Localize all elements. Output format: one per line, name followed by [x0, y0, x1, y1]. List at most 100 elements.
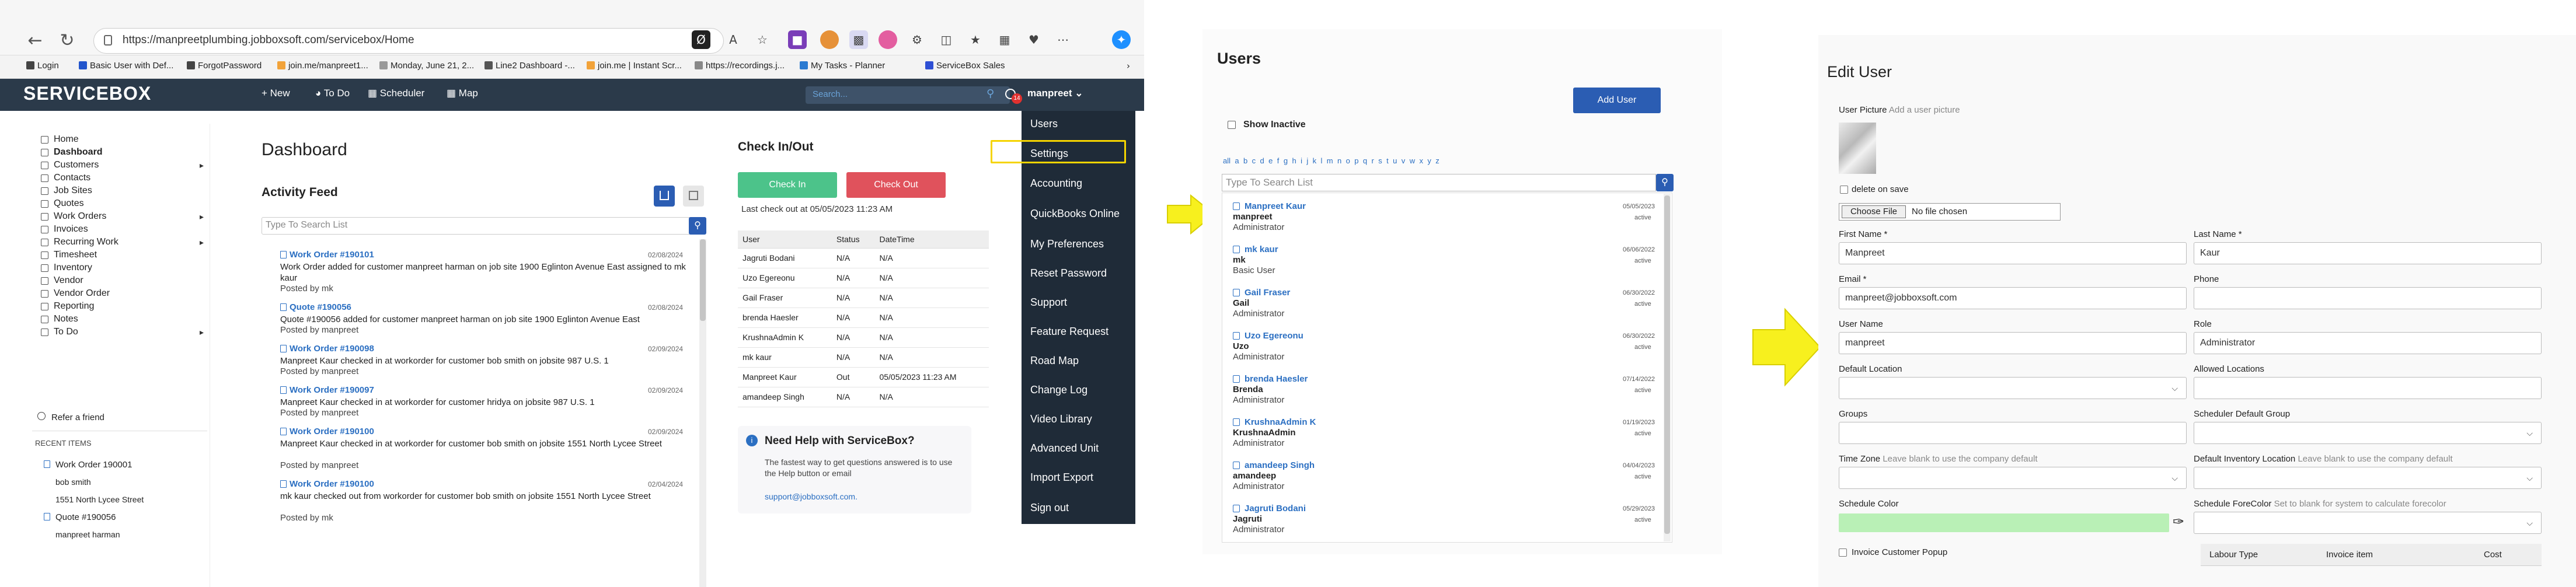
forecolor-select[interactable] [2194, 512, 2542, 534]
alpha-filter-link[interactable]: c [1252, 156, 1256, 165]
user-name-link[interactable]: Gail Fraser [1245, 288, 1290, 298]
scheduler-group-select[interactable] [2194, 422, 2542, 444]
nav-todo[interactable]: ◕ To Do [315, 88, 350, 99]
recent-item[interactable]: Quote #190056 [55, 512, 116, 522]
chevron-right-icon[interactable]: › [1127, 61, 1130, 71]
sidebar-item-invoices[interactable]: Invoices [54, 224, 88, 235]
chevron-right-icon[interactable]: ▸ [200, 238, 204, 247]
copilot-icon[interactable]: ✦ [1112, 30, 1131, 49]
email-input[interactable]: manpreet@jobboxsoft.com [1839, 287, 2187, 309]
chevron-right-icon[interactable]: ▸ [200, 328, 204, 337]
last-name-input[interactable]: Kaur [2194, 242, 2542, 264]
chevron-right-icon[interactable]: ▸ [200, 212, 204, 222]
user-name-link[interactable]: Manpreet Kaur [1245, 201, 1306, 211]
menu-item-users[interactable]: Users [1030, 118, 1058, 130]
user-name-link[interactable]: KrushnaAdmin K [1245, 417, 1316, 427]
feed-item-title[interactable]: Work Order #190097 [290, 385, 374, 395]
sidebar-item-work-orders[interactable]: Work Orders [54, 211, 106, 222]
feed-item-title[interactable]: Work Order #190100 [290, 479, 374, 489]
extension-icon[interactable] [879, 30, 897, 49]
bookmark[interactable]: Login [26, 61, 59, 71]
menu-item-accounting[interactable]: Accounting [1030, 177, 1082, 190]
sidebar-item-quotes[interactable]: Quotes [54, 198, 84, 209]
show-inactive-checkbox[interactable] [1228, 121, 1236, 129]
alpha-filter-link[interactable]: l [1321, 156, 1323, 165]
alpha-filter-link[interactable]: w [1410, 156, 1415, 165]
alpha-filter-link[interactable]: s [1378, 156, 1382, 165]
nav-map[interactable]: ▦ Map [447, 88, 478, 99]
first-name-input[interactable]: Manpreet [1839, 242, 2187, 264]
performance-icon[interactable]: ♥ [1024, 30, 1043, 49]
groups-select[interactable] [1839, 422, 2187, 444]
alpha-filter-link[interactable]: j [1306, 156, 1308, 165]
users-scroll-thumb[interactable] [1664, 195, 1670, 534]
menu-item-reset-password[interactable]: Reset Password [1030, 267, 1107, 279]
nav-new[interactable]: + New [262, 88, 290, 99]
allowed-locations-select[interactable] [2194, 377, 2542, 399]
read-aloud-icon[interactable]: A [724, 30, 743, 49]
alpha-filter-link[interactable]: d [1260, 156, 1264, 165]
alpha-filter-link[interactable]: x [1419, 156, 1423, 165]
sidebar-item-dashboard[interactable]: Dashboard [54, 147, 103, 158]
collections-icon[interactable]: ▦ [995, 30, 1014, 49]
user-name-link[interactable]: mk kaur [1245, 244, 1278, 254]
sidebar-item-timesheet[interactable]: Timesheet [54, 250, 97, 260]
user-name-link[interactable]: Uzo Egereonu [1245, 331, 1303, 341]
nav-scheduler[interactable]: ▦ Scheduler [368, 88, 424, 99]
feed-item-title[interactable]: Quote #190056 [290, 302, 351, 312]
alpha-filter-link[interactable]: o [1346, 156, 1350, 165]
invoice-popup-checkbox[interactable] [1839, 548, 1847, 557]
back-icon[interactable]: ← [23, 29, 47, 53]
extension-icon[interactable] [820, 30, 839, 49]
feed-item-title[interactable]: Work Order #190100 [290, 427, 374, 436]
menu-item-import-export[interactable]: Import Export [1030, 471, 1093, 484]
sidebar-item-vendor[interactable]: Vendor [54, 275, 83, 286]
sidebar-item-customers[interactable]: Customers [54, 160, 99, 170]
bookmark[interactable]: Line2 Dashboard -... [484, 61, 575, 71]
alpha-filter-link[interactable]: q [1363, 156, 1367, 165]
recent-item[interactable]: Work Order 190001 [55, 460, 132, 470]
alpha-filter-link[interactable]: m [1327, 156, 1333, 165]
menu-item-quickbooks-online[interactable]: QuickBooks Online [1030, 208, 1120, 220]
alpha-filter-link[interactable]: t [1386, 156, 1389, 165]
menu-item-advanced-unit[interactable]: Advanced Unit [1030, 442, 1099, 455]
split-screen-icon[interactable]: ◫ [937, 30, 956, 49]
alpha-filter-link[interactable]: b [1243, 156, 1247, 165]
timezone-select[interactable] [1839, 467, 2187, 489]
menu-item-feature-request[interactable]: Feature Request [1030, 326, 1109, 338]
sidebar-item-to-do[interactable]: To Do [54, 327, 78, 337]
menu-item-sign-out[interactable]: Sign out [1030, 502, 1069, 514]
sidebar-item-recurring-work[interactable]: Recurring Work [54, 237, 118, 247]
alpha-filter-link[interactable]: a [1235, 156, 1239, 165]
sidebar-item-notes[interactable]: Notes [54, 314, 78, 324]
alpha-filter-link[interactable]: r [1372, 156, 1374, 165]
alpha-filter-link[interactable]: h [1292, 156, 1296, 165]
bookmark[interactable]: Basic User with Def... [79, 61, 173, 71]
eyedropper-icon[interactable]: ✑ [2173, 513, 2184, 530]
phone-input[interactable] [2194, 287, 2542, 309]
search-button[interactable]: ⚲ [689, 217, 706, 235]
bookmark[interactable]: join.me/manpreet1... [277, 61, 368, 71]
tracking-icon[interactable]: Ø [692, 30, 710, 49]
sidebar-item-job-sites[interactable]: Job Sites [54, 186, 92, 196]
feed-item-title[interactable]: Work Order #190098 [290, 344, 374, 354]
bookmark[interactable]: ForgotPassword [187, 61, 262, 71]
check-in-button[interactable]: Check In [738, 172, 837, 198]
delete-on-save-checkbox[interactable] [1840, 186, 1848, 194]
username-input[interactable]: manpreet [1839, 332, 2187, 354]
menu-item-my-preferences[interactable]: My Preferences [1030, 238, 1104, 250]
sidebar-item-vendor-order[interactable]: Vendor Order [54, 288, 110, 299]
user-name-link[interactable]: brenda Haesler [1245, 374, 1308, 384]
extension-icon[interactable]: ▩ [849, 30, 868, 49]
sidebar-item-reporting[interactable]: Reporting [54, 301, 94, 312]
search-icon[interactable]: ⚲ [987, 88, 994, 100]
extension-icon[interactable]: ■ [788, 30, 807, 49]
user-menu-toggle[interactable]: manpreet ⌄ [1027, 88, 1083, 99]
role-select[interactable]: Administrator [2194, 332, 2542, 354]
menu-item-video-library[interactable]: Video Library [1030, 413, 1092, 425]
feed-item-title[interactable]: Work Order #190101 [290, 250, 374, 260]
default-location-select[interactable] [1839, 377, 2187, 399]
favorites-icon[interactable]: ★ [966, 30, 985, 49]
sidebar-item-home[interactable]: Home [54, 134, 79, 145]
alpha-filter-link[interactable]: e [1268, 156, 1273, 165]
